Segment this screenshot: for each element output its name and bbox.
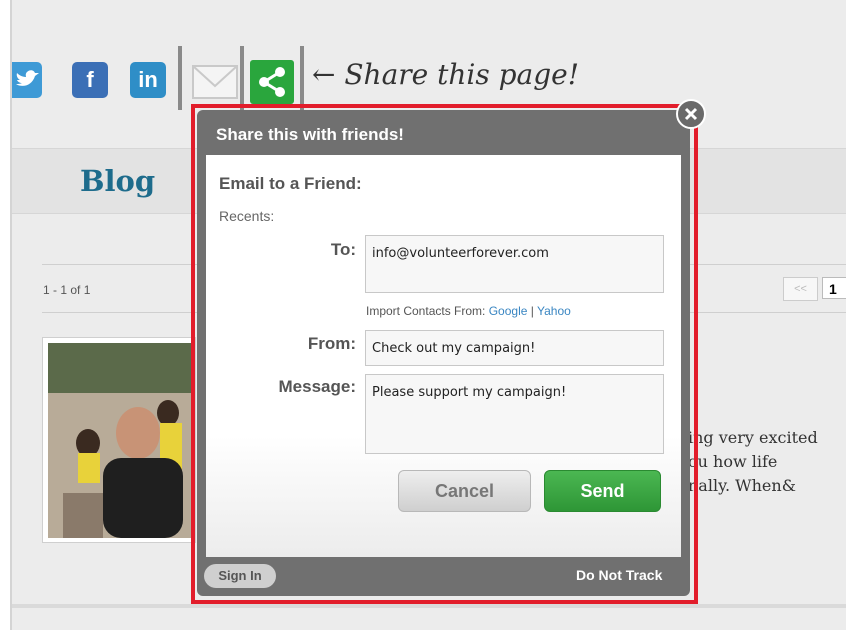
to-label: To:	[330, 240, 356, 259]
import-label: Import Contacts From:	[366, 304, 486, 318]
modal-title: Share this with friends!	[216, 125, 404, 144]
sign-in-button[interactable]: Sign In	[204, 564, 276, 588]
photo-image	[48, 343, 194, 538]
blog-title: Blog	[80, 164, 156, 198]
envelope-icon	[192, 65, 238, 99]
import-contacts: Import Contacts From: Google | Yahoo	[366, 304, 571, 318]
do-not-track-link[interactable]: Do Not Track	[576, 567, 662, 583]
recents-label: Recents:	[219, 208, 275, 224]
post-excerpt: ing very excited ou how life nally. When…	[688, 426, 846, 498]
import-google-link[interactable]: Google	[489, 304, 528, 318]
message-label: Message:	[278, 377, 356, 396]
message-field[interactable]: Please support my campaign!	[365, 374, 664, 454]
twitter-bird-icon	[16, 70, 39, 86]
linkedin-icon[interactable]: in	[130, 62, 166, 98]
cancel-button[interactable]: Cancel	[398, 470, 531, 512]
toolbar-separator	[178, 46, 182, 110]
toolbar-separator	[240, 46, 244, 110]
to-field[interactable]: info@volunteerforever.com	[365, 235, 664, 293]
import-separator: |	[530, 304, 534, 318]
post-photo[interactable]	[48, 343, 194, 538]
share-this-page-text: ← Share this page!	[312, 58, 579, 91]
twitter-icon[interactable]	[12, 62, 42, 98]
excerpt-line: ou how life	[688, 452, 778, 471]
from-label: From:	[307, 334, 356, 353]
pager-prev-button[interactable]: <<	[783, 277, 818, 301]
close-button[interactable]	[676, 99, 706, 129]
toolbar-separator	[300, 46, 304, 110]
from-field[interactable]: Check out my campaign!	[365, 330, 664, 366]
email-section-title: Email to a Friend:	[219, 174, 362, 193]
close-icon	[684, 107, 698, 121]
result-count: 1 - 1 of 1	[43, 283, 91, 297]
share-nodes-icon	[259, 67, 285, 97]
excerpt-line: ing very excited	[688, 428, 818, 447]
linkedin-label: in	[138, 67, 158, 92]
footer-divider	[12, 604, 846, 608]
facebook-icon[interactable]: f	[72, 62, 108, 98]
pager-page-button[interactable]: 1	[822, 277, 846, 299]
import-yahoo-link[interactable]: Yahoo	[537, 304, 571, 318]
excerpt-line: nally. When&	[688, 476, 796, 495]
facebook-label: f	[86, 67, 94, 92]
share-icon[interactable]	[250, 60, 294, 104]
mail-icon[interactable]	[190, 58, 240, 104]
send-button[interactable]: Send	[544, 470, 661, 512]
